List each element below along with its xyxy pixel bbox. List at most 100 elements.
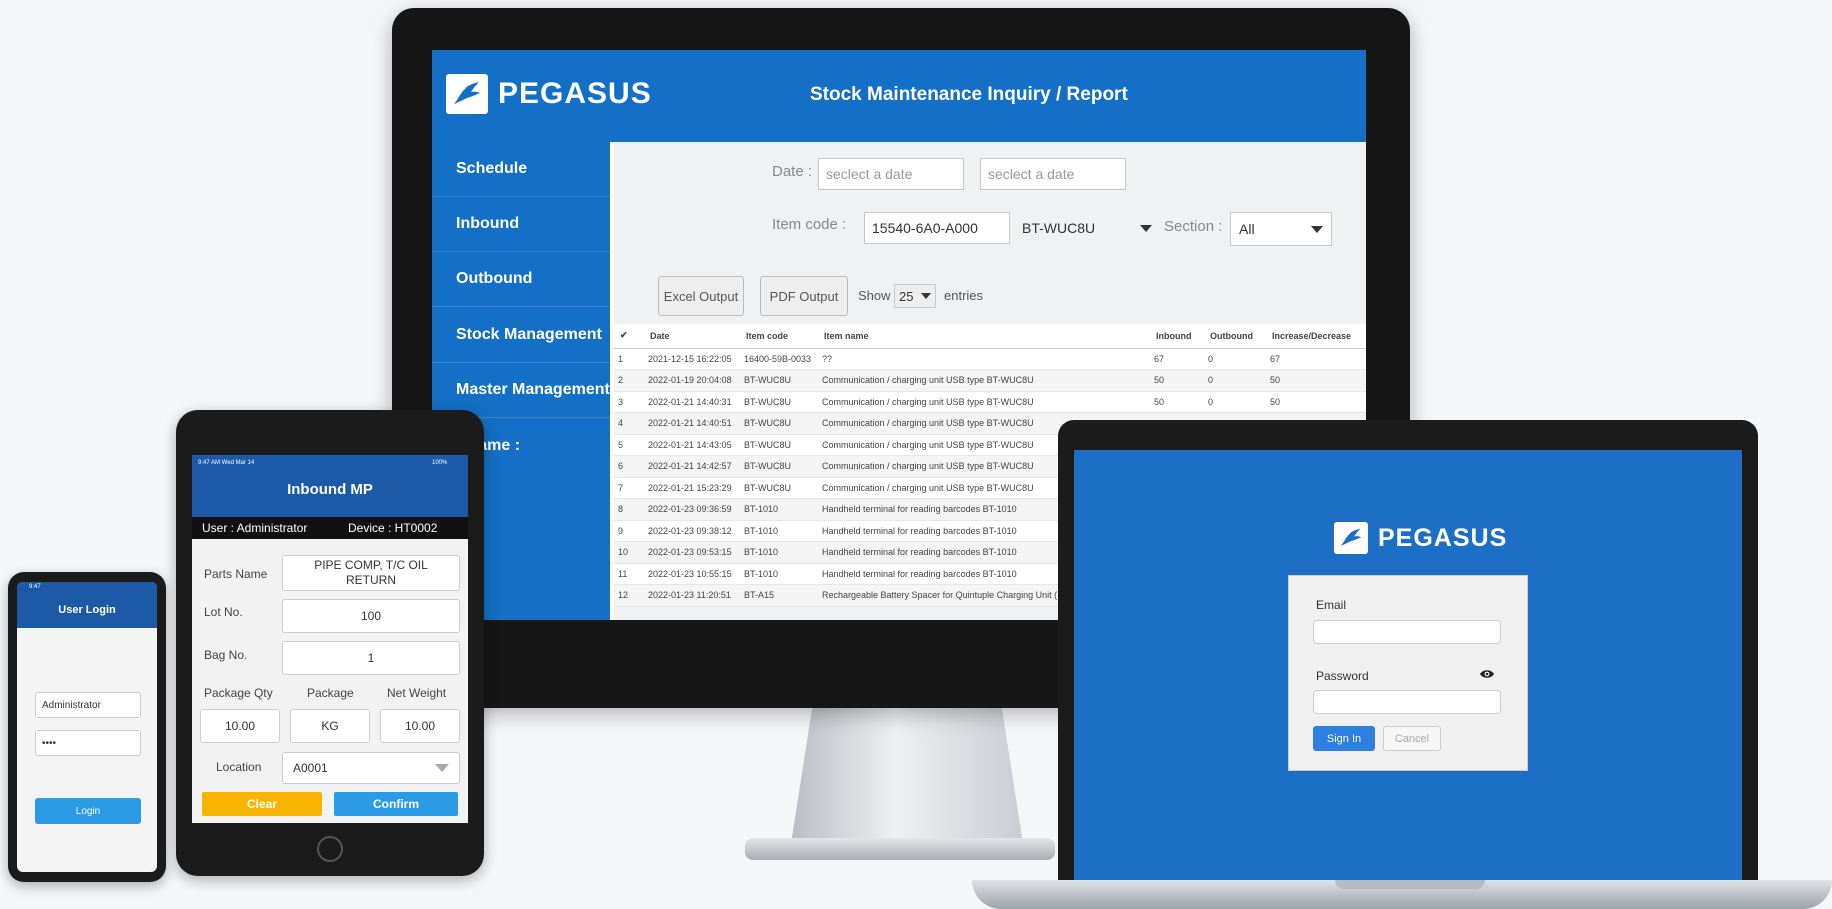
entries-select-value: 25 [899,288,914,304]
sidebar-item-outbound[interactable]: Outbound [432,252,610,307]
pkg-qty-field[interactable]: 10.00 [200,709,280,743]
table-header-cell[interactable]: Increase/Decrease [1266,324,1366,349]
table-cell: 16400-59B-0033 [740,348,818,370]
table-cell: 2021-12-15 16:22:05 [644,348,740,370]
phone-username-input[interactable]: Administrator [35,692,141,718]
sidebar-item-inbound[interactable]: Inbound [432,197,610,252]
monitor-base [745,838,1055,860]
net-weight-field[interactable]: 10.00 [380,709,460,743]
monitor-stand [790,700,1024,850]
table-cell: 1 [614,348,644,370]
table-row[interactable]: 2 2022-01-19 20:04:08 BT-WUC8U Communicatio… [614,369,1366,392]
table-header-cell[interactable]: ✔ [614,324,644,349]
date-label: Date : [772,163,813,180]
parts-name-label: Parts Name [204,567,268,581]
table-cell: 0 [1204,391,1266,413]
email-input[interactable] [1313,620,1501,644]
show-label: Show [858,288,891,303]
table-row[interactable]: 1 2021-12-15 16:22:05 16400-59B-0033?? 67 0 6… [614,348,1366,370]
table-cell: BT-WUC8U [740,455,818,478]
section-label: Section : [1164,218,1223,235]
confirm-button[interactable]: Confirm [334,792,458,816]
table-cell: BT-1010 [740,541,818,564]
table-cell: 0 [1204,369,1266,392]
lot-field[interactable]: 100 [282,599,460,633]
phone-screen: 9:47 User Login Administrator •••• Login [17,582,157,872]
brand-name: PEGASUS [498,77,652,110]
table-header-cell[interactable]: Date [644,324,740,349]
entries-label: entries [944,288,984,303]
section-select[interactable]: All [1230,212,1332,246]
tablet-screen: 9:47 AM Wed Mar 14 100% Inbound MP User … [192,455,468,823]
login-card: Email Password Sign In Cancel [1288,575,1528,771]
table-cell: 2022-01-19 20:04:08 [644,369,740,392]
table-cell: Communication / charging unit USB type B… [818,369,1150,392]
tablet-user-bar: User : Administrator Device : HT0002 [192,517,468,539]
table-cell: BT-WUC8U [740,434,818,456]
cancel-button[interactable]: Cancel [1383,726,1441,751]
tablet-title: Inbound MP [287,481,373,498]
table-header-cell[interactable]: Item name [818,324,1150,349]
sidebar-item-schedule[interactable]: Schedule [432,142,610,197]
item-code-label: Item code : [772,216,847,233]
table-cell: 67 [1150,348,1204,370]
date-from-input[interactable]: seclect a date [818,158,964,190]
table-cell: 2022-01-21 15:23:29 [644,477,740,499]
table-header-cell[interactable]: Inbound [1150,324,1204,349]
table-cell: BT-WUC8U [740,477,818,499]
location-select[interactable]: A0001 [282,752,460,784]
table-cell: BT-A15 [740,584,818,607]
chevron-down-icon [1140,224,1152,232]
section-select-value: All [1239,221,1255,237]
laptop-notch [1335,880,1485,889]
chevron-down-icon [435,764,449,772]
table-header-cell[interactable]: Item code [740,324,818,349]
brand-logo: PEGASUS [446,74,652,114]
tablet-status-time: 9:47 AM Wed Mar 14 [198,460,255,466]
tablet-battery: 100% [432,460,448,466]
location-value: A0001 [293,760,328,775]
table-cell: 2022-01-21 14:40:51 [644,412,740,435]
phone-password-input[interactable]: •••• [35,730,141,756]
table-cell: 7 [614,477,644,499]
sign-in-button[interactable]: Sign In [1313,726,1375,751]
pkg-label: Package [307,686,354,700]
table-cell: 10 [614,541,644,564]
table-cell: 2022-01-23 09:36:59 [644,498,740,521]
table-cell: 67 [1266,348,1366,370]
laptop-brand-logo: PEGASUS [1334,522,1507,554]
laptop-brand-name: PEGASUS [1378,523,1508,552]
table-cell: BT-1010 [740,498,818,521]
pkg-field[interactable]: KG [290,709,370,743]
table-cell: BT-1010 [740,563,818,585]
table-header-cell[interactable]: Outbound [1204,324,1266,349]
table-cell: 50 [1266,369,1366,392]
location-label: Location [216,760,262,774]
model-select[interactable]: BT-WUC8U [1014,212,1160,244]
password-input[interactable] [1313,690,1501,714]
table-cell: 2 [614,369,644,392]
table-row[interactable]: 3 2022-01-21 14:40:31 BT-WUC8U Communicatio… [614,391,1366,413]
item-code-input[interactable]: 15540-6A0-A000 [864,212,1010,244]
table-cell: 50 [1150,391,1204,413]
bag-field[interactable]: 1 [282,641,460,675]
clear-button[interactable]: Clear [202,792,322,816]
table-cell: 11 [614,563,644,585]
tablet-home-button[interactable] [317,836,343,862]
table-cell: 2022-01-21 14:40:31 [644,391,740,413]
parts-name-field[interactable]: PIPE COMP, T/C OIL RETURN [282,555,460,591]
phone-login-button[interactable]: Login [35,798,141,824]
phone-time: 9:47 [29,584,41,590]
date-to-input[interactable]: seclect a date [980,158,1126,190]
table-cell: 2022-01-23 10:55:15 [644,563,740,585]
model-select-value: BT-WUC8U [1022,220,1096,236]
sidebar-item-stock-management[interactable]: Stock Management [432,307,610,363]
eye-icon[interactable] [1479,667,1495,685]
entries-select[interactable]: 25 [894,284,936,308]
phone-header: 9:47 User Login [17,582,157,628]
table-cell: 5 [614,434,644,456]
table-cell: 3 [614,391,644,413]
pdf-output-button[interactable]: PDF Output [760,276,848,316]
pegasus-logo-icon [446,74,488,114]
excel-output-button[interactable]: Excel Output [658,276,744,316]
